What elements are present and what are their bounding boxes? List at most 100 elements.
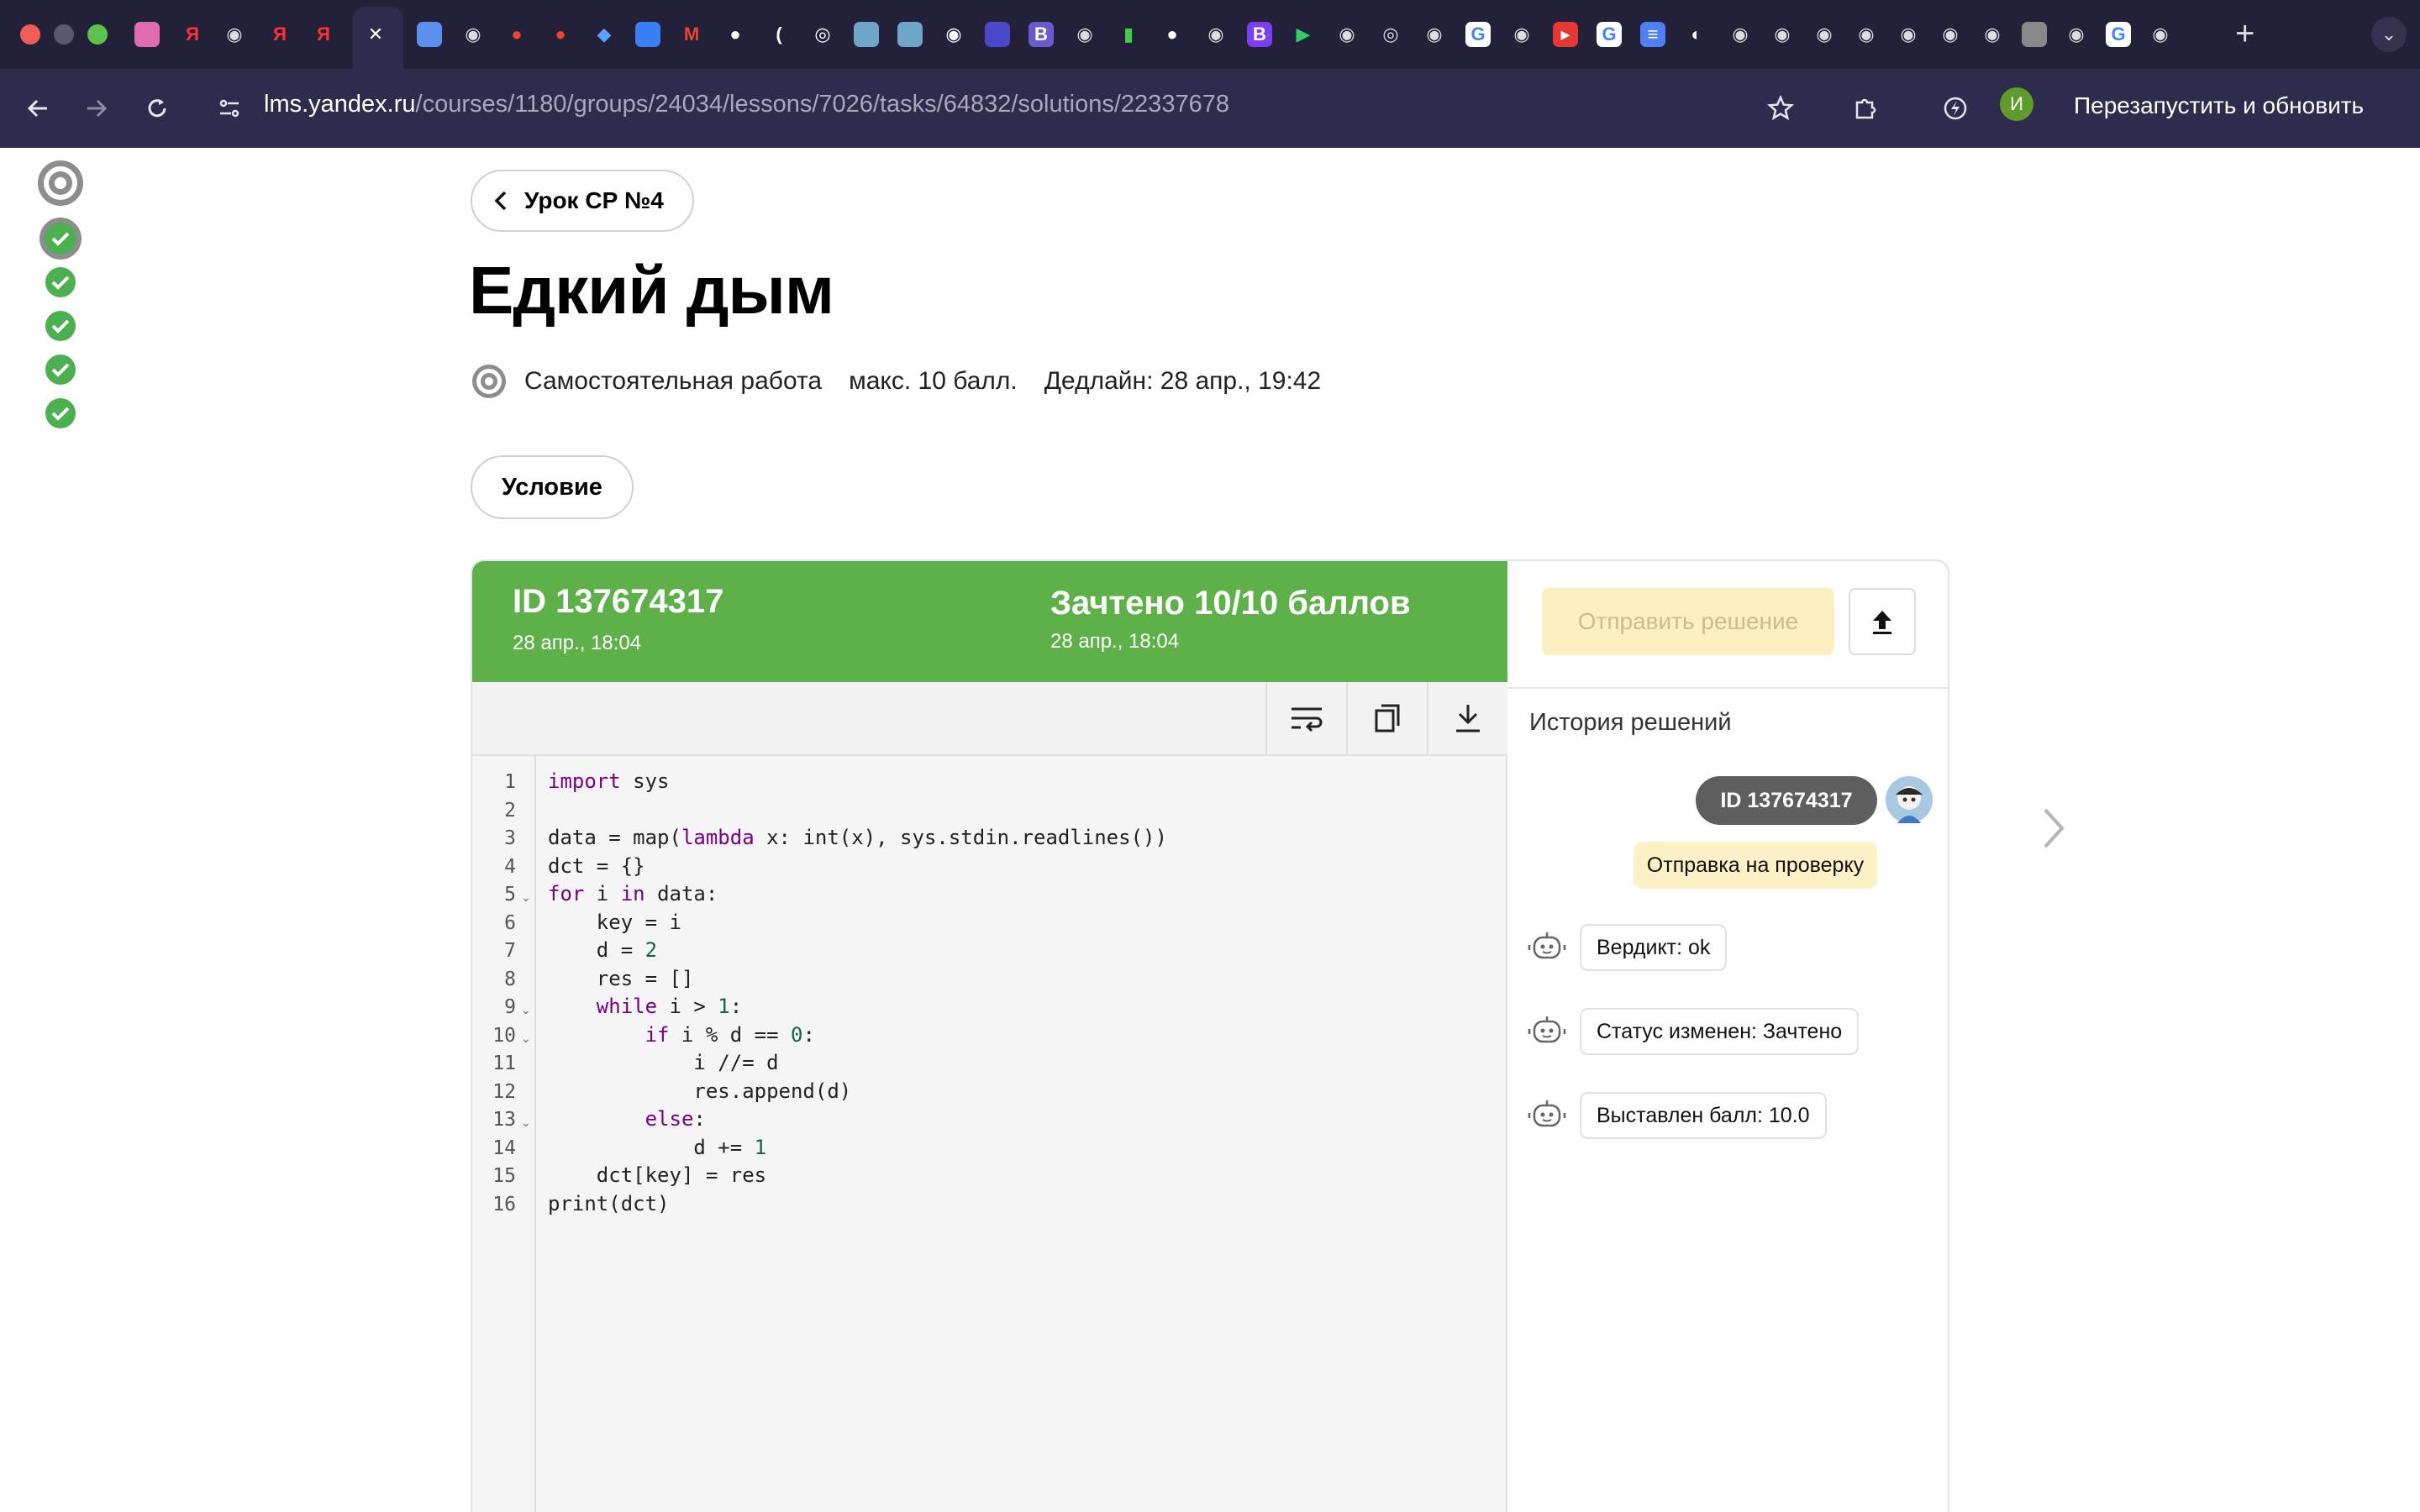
new-tab-button[interactable]: + bbox=[2235, 15, 2254, 53]
upload-file-button[interactable] bbox=[1849, 588, 1916, 655]
tab-globe-icon[interactable]: ◉ bbox=[1509, 22, 1534, 47]
tab-chrome-icon[interactable]: ◎ bbox=[1378, 22, 1403, 47]
task-done-icon[interactable] bbox=[39, 217, 82, 260]
tab-globe-icon[interactable]: ◉ bbox=[1072, 22, 1097, 47]
solution-status-header: ID 137674317 28 апр., 18:04 Зачтено 10/1… bbox=[472, 561, 1507, 682]
tab-globe-icon[interactable]: ◉ bbox=[2064, 22, 2089, 47]
browser-menu-icon[interactable]: ⋮ bbox=[2373, 156, 2402, 190]
tab-yandex-icon[interactable]: Я bbox=[180, 22, 205, 47]
tab-play-icon[interactable]: ▶ bbox=[1291, 22, 1316, 47]
tab-globe-icon[interactable]: ◉ bbox=[1334, 22, 1360, 47]
tab-refresh-icon[interactable]: ◎ bbox=[810, 22, 835, 47]
tab-c-icon[interactable]: ( bbox=[766, 22, 792, 47]
history-title: История решений bbox=[1529, 709, 1732, 736]
minimize-window-button[interactable] bbox=[54, 24, 74, 45]
download-icon[interactable] bbox=[1427, 682, 1507, 754]
tab-google-icon[interactable]: G bbox=[1597, 22, 1622, 47]
code-line: dct[key] = res bbox=[548, 1163, 767, 1187]
tab-globe-icon[interactable]: ◉ bbox=[1938, 22, 1963, 47]
tab-image-icon[interactable] bbox=[854, 22, 879, 47]
tab-search-button[interactable]: ⌄ bbox=[2371, 17, 2407, 52]
tab-map-pin-icon[interactable]: ● bbox=[548, 22, 573, 47]
back-to-lesson-button[interactable]: Урок СР №4 bbox=[471, 170, 694, 232]
address-bar[interactable]: lms.yandex.ru/courses/1180/groups/24034/… bbox=[264, 91, 1229, 118]
tab-globe-icon[interactable]: ◉ bbox=[1422, 22, 1447, 47]
tab-globe-icon[interactable]: ◉ bbox=[222, 22, 247, 47]
extensions-icon[interactable] bbox=[1845, 87, 1887, 129]
code-line: import sys bbox=[548, 769, 670, 793]
task-done-icon[interactable] bbox=[42, 264, 79, 301]
line-number: 14 bbox=[492, 1137, 516, 1159]
tab-globe-icon[interactable]: ◉ bbox=[460, 22, 486, 47]
tab-tag-icon[interactable]: ◆ bbox=[592, 22, 617, 47]
line-number: 5 bbox=[504, 884, 516, 906]
line-number: 13 bbox=[492, 1109, 516, 1131]
code-editor[interactable]: 1 2 3 4 5 6 7 8 9 10 11 12 13 14 15 16 ⌄… bbox=[472, 756, 1507, 1512]
condition-button[interactable]: Условие bbox=[471, 455, 634, 519]
reload-icon[interactable] bbox=[134, 86, 180, 131]
tab-google-icon[interactable]: G bbox=[2106, 22, 2131, 47]
copy-icon[interactable] bbox=[1346, 682, 1427, 754]
tab-globe-icon[interactable]: ◉ bbox=[1980, 22, 2005, 47]
profile-avatar[interactable]: И bbox=[2000, 87, 2033, 121]
tab-github-icon[interactable]: ● bbox=[723, 22, 748, 47]
fold-chevron-icon[interactable]: ⌄ bbox=[521, 1032, 531, 1046]
tab-github-icon[interactable]: ● bbox=[1160, 22, 1185, 47]
upload-icon bbox=[1873, 611, 1891, 634]
fold-chevron-icon[interactable]: ⌄ bbox=[521, 890, 531, 905]
tab-globe-icon[interactable]: ◉ bbox=[1203, 22, 1228, 47]
close-window-button[interactable] bbox=[20, 24, 40, 45]
tab-yandex-icon[interactable]: Я bbox=[311, 22, 336, 47]
submission-date: 28 апр., 18:04 bbox=[513, 632, 642, 654]
tab-globe-icon[interactable]: ◉ bbox=[1896, 22, 1921, 47]
tab-moon-icon[interactable]: ◐ bbox=[1684, 22, 1709, 47]
tab-globe-icon[interactable]: ◉ bbox=[1812, 22, 1837, 47]
history-solution-id[interactable]: ID 137674317 bbox=[1696, 776, 1877, 825]
task-done-icon[interactable] bbox=[42, 351, 79, 388]
page-title: Едкий дым bbox=[469, 253, 834, 328]
current-task-icon[interactable] bbox=[35, 158, 86, 208]
tab-image-icon[interactable] bbox=[2022, 22, 2047, 47]
tab-cube-icon[interactable] bbox=[417, 22, 442, 47]
task-done-icon[interactable] bbox=[42, 307, 79, 344]
tab-gmail-icon[interactable]: M bbox=[679, 22, 704, 47]
tab-youtube-icon[interactable]: ▸ bbox=[1553, 22, 1578, 47]
tab-yandex-icon[interactable]: Я bbox=[267, 22, 292, 47]
tab-shield-icon[interactable] bbox=[985, 22, 1010, 47]
tab-chat-icon[interactable] bbox=[635, 22, 660, 47]
forward-arrow-icon[interactable] bbox=[74, 86, 119, 131]
tab-steam-icon[interactable]: ◉ bbox=[941, 22, 966, 47]
performance-icon[interactable] bbox=[1934, 87, 1976, 129]
site-settings-icon[interactable] bbox=[207, 86, 252, 131]
tab-globe-icon[interactable]: ◉ bbox=[1728, 22, 1753, 47]
tab-map-pin-icon[interactable]: ● bbox=[504, 22, 529, 47]
relaunch-button[interactable]: Перезапустить и обновить bbox=[2074, 92, 2364, 119]
line-number: 15 bbox=[492, 1165, 516, 1187]
tab-globe-icon[interactable]: ◉ bbox=[1854, 22, 1879, 47]
tab-close-icon[interactable]: ✕ bbox=[363, 22, 388, 47]
maximize-window-button[interactable] bbox=[87, 24, 108, 45]
tab-bootstrap-icon[interactable]: B bbox=[1247, 22, 1272, 47]
tab-globe-icon[interactable]: ◉ bbox=[1770, 22, 1795, 47]
chevron-right-icon[interactable] bbox=[2037, 803, 2070, 853]
solution-id: ID 137674317 bbox=[513, 583, 724, 620]
tab-docs-icon[interactable]: ≡ bbox=[1640, 22, 1665, 47]
line-number: 2 bbox=[504, 800, 516, 822]
tab-globe-icon[interactable]: ◉ bbox=[2148, 22, 2173, 47]
submit-solution-button[interactable]: Отправить решение bbox=[1542, 588, 1834, 655]
fold-chevron-icon[interactable]: ⌄ bbox=[521, 1116, 531, 1130]
deadline-label: Дедлайн: 28 апр., 19:42 bbox=[1044, 367, 1322, 395]
wrap-lines-icon[interactable] bbox=[1265, 682, 1346, 754]
fold-chevron-icon[interactable]: ⌄ bbox=[521, 1003, 531, 1017]
tab-google-icon[interactable]: G bbox=[1465, 22, 1491, 47]
tab-favicon[interactable] bbox=[134, 22, 160, 47]
line-number: 9 bbox=[504, 996, 516, 1018]
task-done-icon[interactable] bbox=[42, 395, 79, 432]
bookmark-star-icon[interactable] bbox=[1760, 87, 1802, 129]
code-line: if i % d == 0: bbox=[644, 1022, 815, 1047]
code-toolbar bbox=[472, 682, 1507, 756]
tab-bootstrap-icon[interactable]: B bbox=[1028, 22, 1054, 47]
back-arrow-icon[interactable] bbox=[15, 86, 60, 131]
tab-image-icon[interactable] bbox=[897, 22, 923, 47]
tab-terminal-icon[interactable]: ▮ bbox=[1116, 22, 1141, 47]
